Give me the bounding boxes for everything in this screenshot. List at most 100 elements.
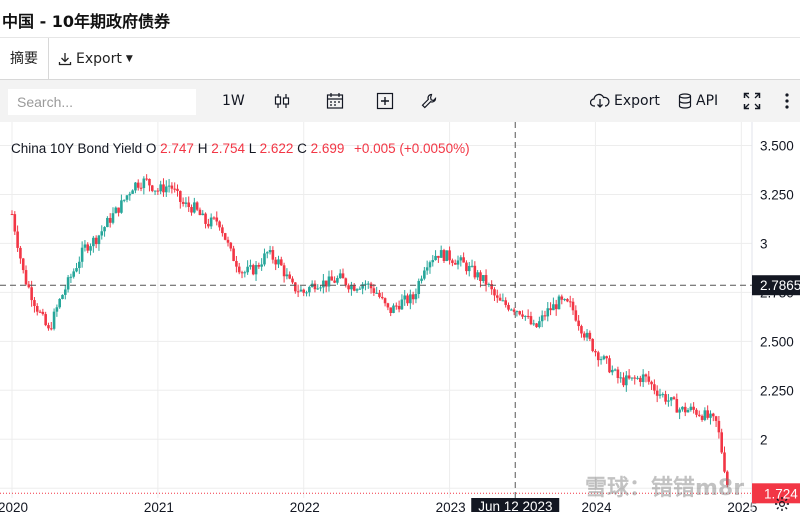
candle-body: [504, 300, 508, 305]
candle-body: [428, 262, 432, 268]
candle-body: [271, 250, 275, 260]
tab-summary[interactable]: 摘要: [0, 38, 49, 80]
candle-body: [423, 270, 426, 279]
candle-body: [672, 397, 676, 400]
candle-body: [294, 282, 297, 292]
candle-body: [237, 266, 241, 273]
candle-body: [420, 278, 423, 281]
candle-body: [566, 299, 569, 302]
candle-body: [448, 250, 451, 261]
candle-body: [653, 384, 656, 391]
candle-body: [167, 185, 171, 187]
legend-open-label: O: [145, 141, 157, 156]
candle-body: [683, 406, 687, 413]
candle-body: [577, 320, 580, 327]
candle-body: [451, 260, 454, 263]
y-tick-label: 2.500: [760, 334, 794, 349]
candle-body: [403, 295, 407, 300]
add-indicator-icon[interactable]: [376, 80, 394, 122]
candle-body: [437, 255, 440, 258]
candle-body: [338, 273, 342, 279]
candle-body: [647, 376, 651, 382]
candle-body: [406, 295, 409, 304]
candle-body: [524, 315, 527, 317]
candle-body: [703, 410, 707, 420]
candle-body: [327, 276, 331, 287]
candle-body: [156, 190, 160, 192]
candle-body: [664, 394, 667, 402]
candle-body: [61, 294, 64, 300]
y-tick-label: 3: [760, 236, 768, 251]
candle-body: [251, 265, 255, 275]
price-chart[interactable]: 3.5003.25032.7502.5002.25021.75020202021…: [0, 122, 800, 512]
candle-body: [69, 276, 73, 278]
candle-body: [240, 272, 244, 274]
chart-area[interactable]: 3.5003.25032.7502.5002.25021.75020202021…: [0, 122, 800, 512]
candle-body: [291, 278, 294, 283]
candle-body: [55, 307, 59, 312]
y-tick-label: 2: [760, 432, 768, 447]
candle-body: [38, 311, 42, 313]
candle-body: [243, 272, 247, 274]
candle-body: [487, 284, 491, 286]
candle-body: [193, 202, 196, 213]
candle-body: [602, 356, 606, 360]
candlestick-icon[interactable]: [273, 80, 291, 122]
candle-body: [459, 257, 463, 261]
candle-body: [21, 258, 25, 271]
api-button[interactable]: API: [678, 80, 718, 122]
candle-body: [316, 288, 320, 290]
more-options-icon[interactable]: [784, 80, 790, 122]
fullscreen-icon[interactable]: [743, 80, 761, 122]
candle-body: [414, 293, 418, 300]
candle-body: [599, 359, 603, 361]
candle-body: [706, 410, 709, 418]
candle-body: [518, 311, 522, 315]
candle-body: [417, 280, 421, 294]
candle-body: [501, 300, 505, 302]
candle-body: [667, 400, 670, 402]
candle-body: [52, 311, 56, 329]
candle-body: [106, 217, 109, 228]
candle-body: [221, 227, 224, 234]
gear-icon[interactable]: [774, 496, 790, 512]
candle-body: [198, 209, 202, 216]
candle-body: [510, 309, 513, 311]
candle-body: [179, 190, 182, 202]
export-dropdown[interactable]: Export ▼: [58, 38, 133, 80]
export-button[interactable]: Export: [590, 80, 660, 122]
candle-body: [44, 314, 47, 326]
search-input[interactable]: [8, 89, 196, 115]
candle-body: [633, 377, 637, 379]
candle-body: [681, 406, 684, 410]
candle-body: [232, 248, 235, 261]
candle-body: [209, 217, 213, 227]
candle-body: [285, 274, 289, 277]
candle-body: [538, 321, 541, 328]
calendar-icon[interactable]: [326, 80, 344, 122]
legend-low-value: 2.622: [259, 141, 294, 156]
candle-body: [72, 271, 76, 277]
candle-body: [675, 399, 679, 413]
candle-body: [58, 299, 61, 308]
candle-body: [279, 259, 283, 266]
interval-button[interactable]: 1W: [222, 80, 245, 122]
candle-body: [554, 304, 558, 310]
candle-body: [392, 305, 395, 313]
candle-body: [526, 315, 530, 317]
candle-body: [164, 186, 168, 193]
candle-body: [145, 178, 148, 180]
candle-body: [114, 207, 118, 214]
candle-body: [594, 351, 597, 353]
wrench-icon[interactable]: [420, 80, 438, 122]
candle-body: [409, 294, 412, 304]
candle-body: [173, 188, 176, 190]
candle-body: [692, 406, 695, 410]
database-icon: [678, 93, 692, 109]
candle-body: [257, 265, 261, 267]
candle-body: [470, 265, 474, 267]
candle-body: [41, 311, 45, 315]
candle-body: [619, 377, 623, 379]
candle-body: [639, 377, 642, 383]
legend-low-label: L: [248, 141, 256, 156]
